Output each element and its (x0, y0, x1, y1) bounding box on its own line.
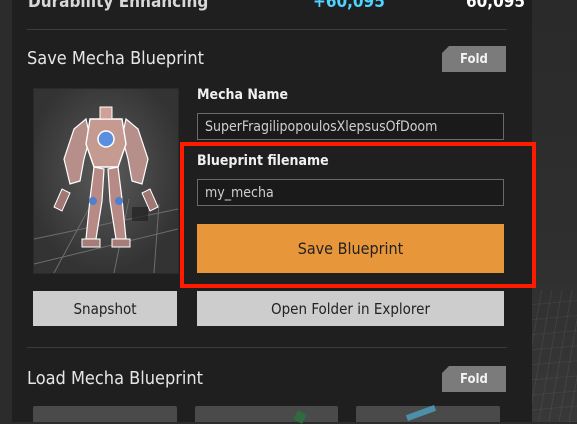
mecha-name-label: Mecha Name (197, 87, 289, 103)
fold-save-section-button[interactable]: Fold (442, 46, 506, 72)
scene-background (532, 0, 577, 422)
mecha-render (34, 89, 178, 273)
stat-row-durability: Durability Enhancing +60,095 60,095 (28, 0, 537, 16)
snapshot-button[interactable]: Snapshot (33, 291, 177, 326)
divider (27, 347, 507, 348)
stat-label: Durability Enhancing (28, 0, 209, 12)
fold-load-section-button[interactable]: Fold (442, 366, 506, 392)
save-section-title: Save Mecha Blueprint (27, 48, 204, 69)
highlight-box (180, 142, 536, 288)
thumbnail-detail (405, 405, 437, 421)
open-folder-button[interactable]: Open Folder in Explorer (197, 291, 504, 326)
load-section-title: Load Mecha Blueprint (27, 368, 204, 389)
stat-bonus: +60,095 (313, 0, 385, 12)
stat-value: 60,095 (466, 0, 526, 12)
divider (27, 29, 507, 30)
blueprint-thumbnail[interactable] (33, 406, 177, 422)
mecha-name-input[interactable]: SuperFragilipopoulosXlepsusOfDoom (197, 113, 504, 140)
blueprint-thumbnail[interactable] (356, 405, 500, 422)
blueprint-thumbnail[interactable] (195, 406, 338, 424)
mecha-preview-image (33, 88, 179, 274)
